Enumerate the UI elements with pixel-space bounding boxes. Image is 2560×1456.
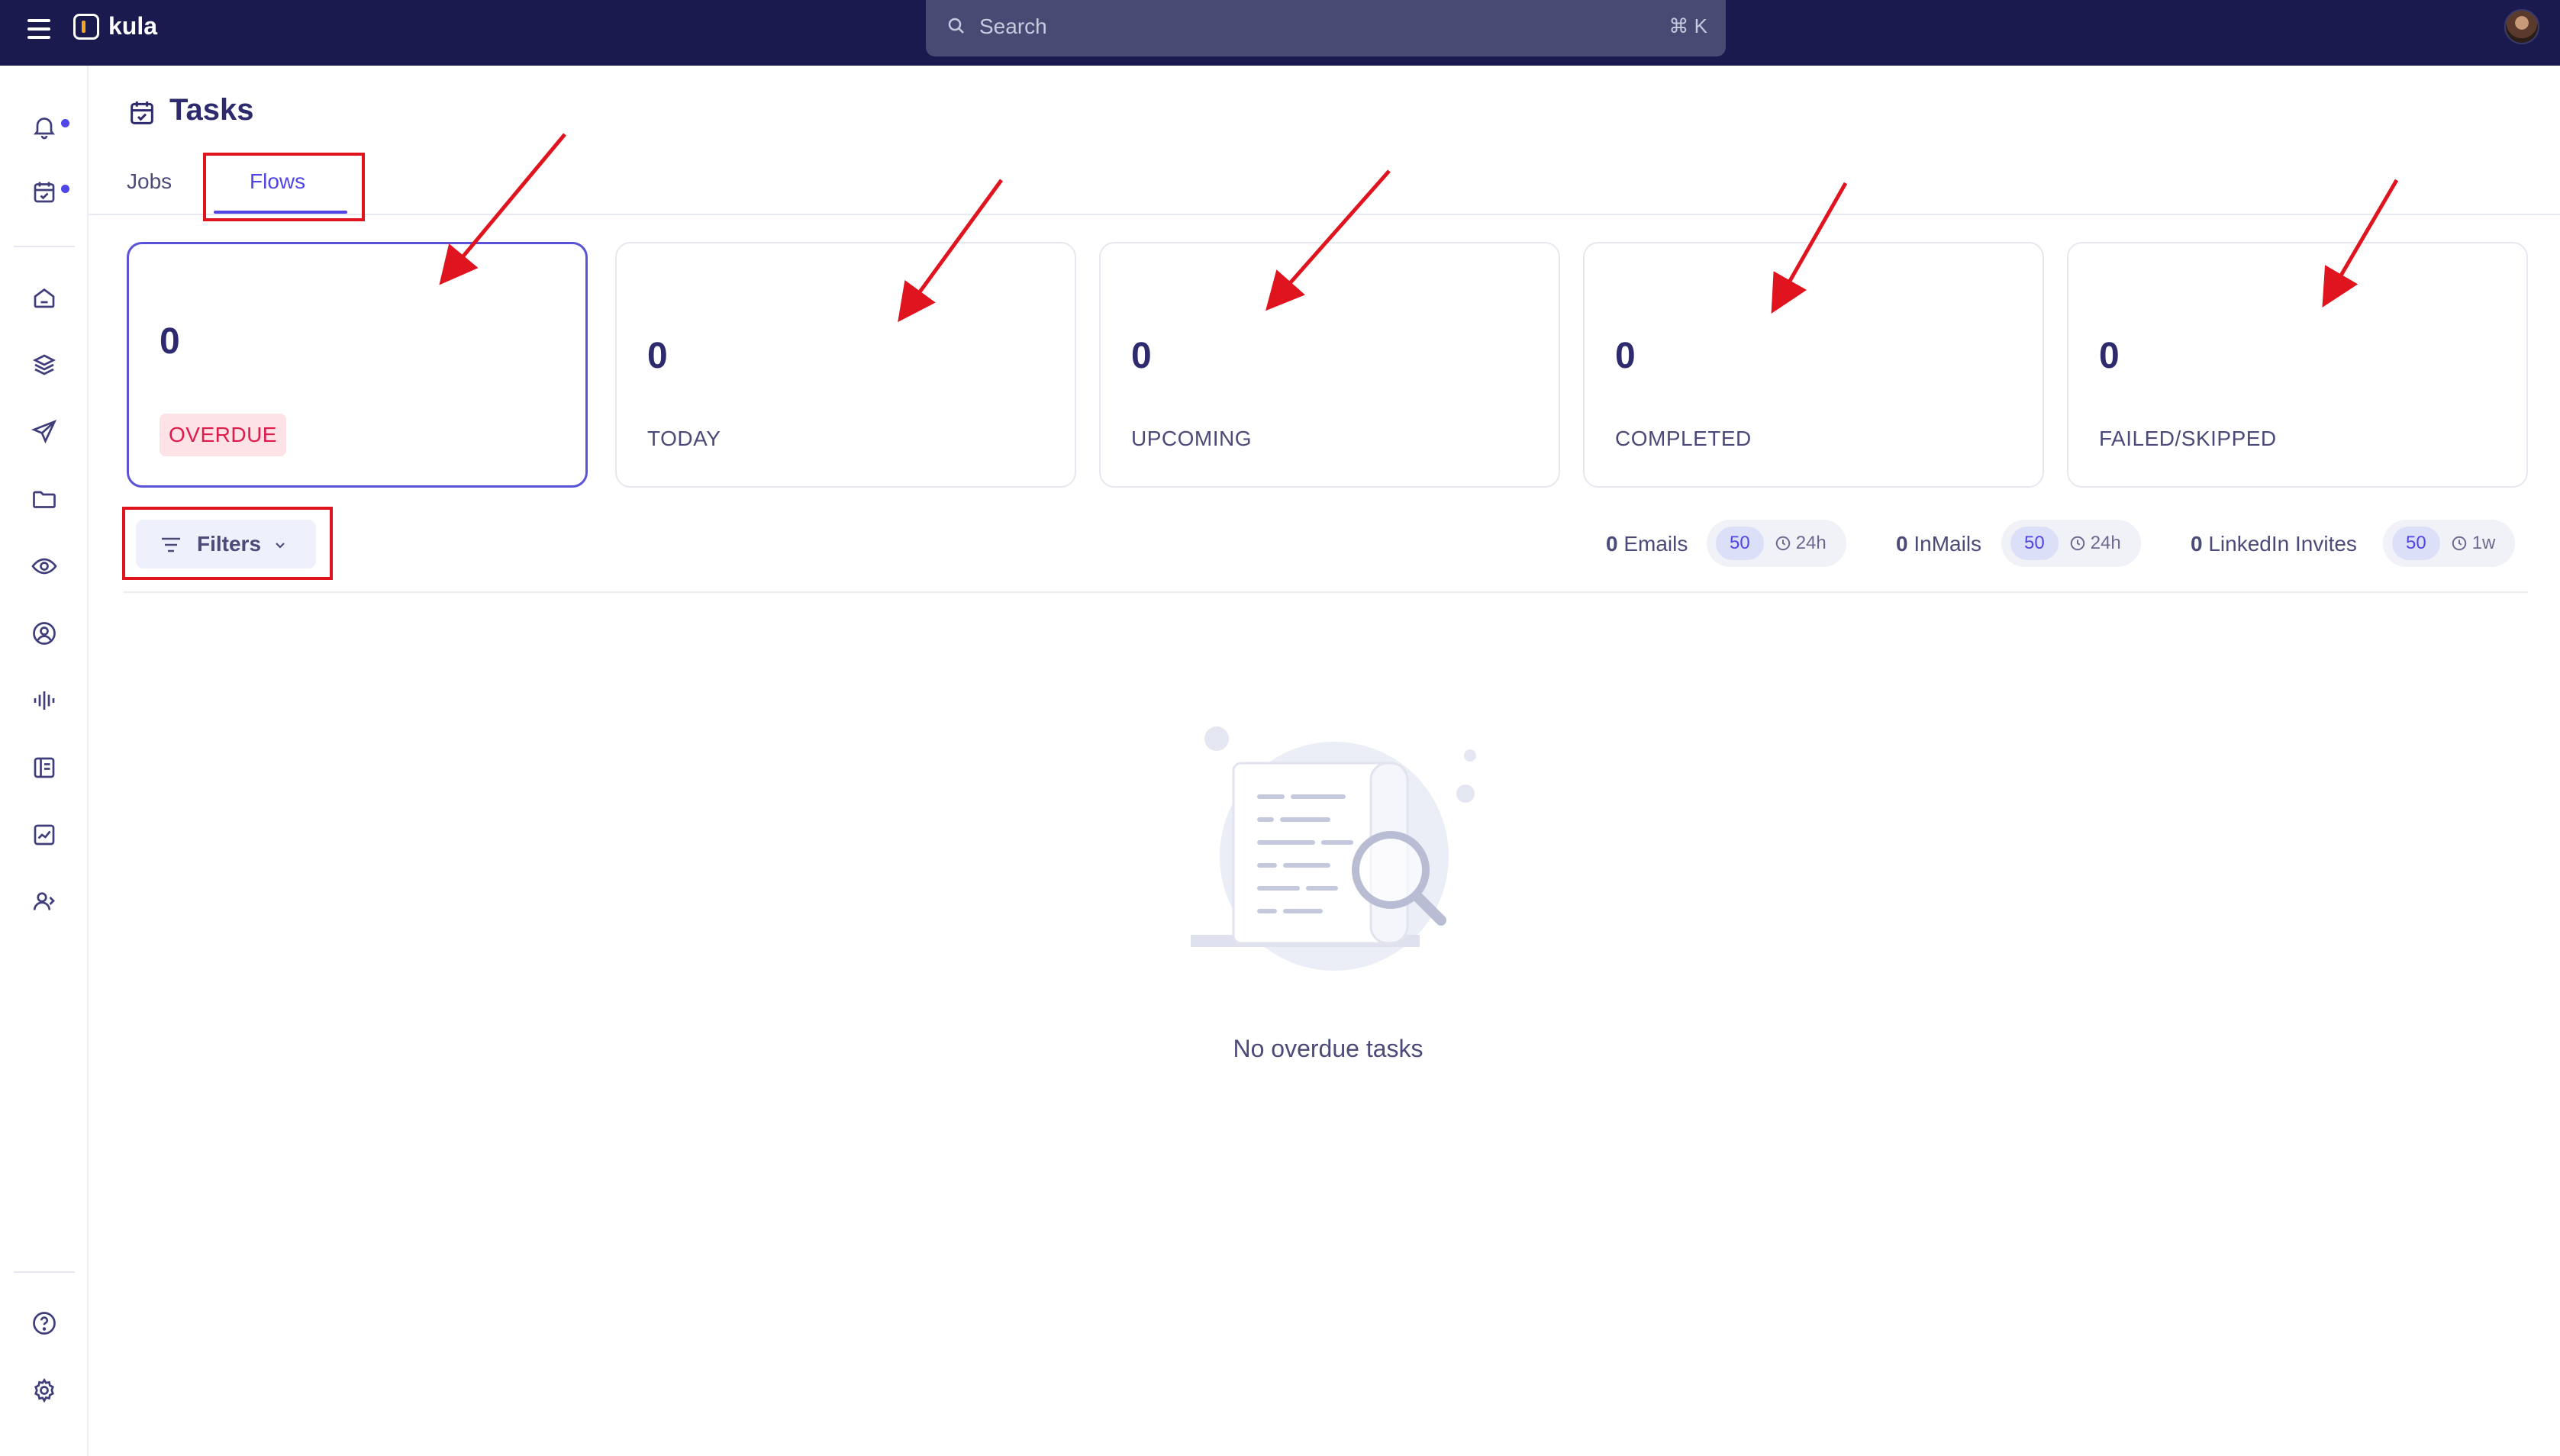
quota-period: 24h (1775, 533, 1826, 554)
bell-icon[interactable] (27, 110, 61, 143)
stat-card-completed[interactable]: 0 COMPLETED (1583, 242, 2044, 488)
clock-icon (1775, 536, 1790, 551)
content-divider (124, 591, 2528, 593)
chart-icon[interactable] (27, 818, 61, 852)
quota-label: Emails (1623, 532, 1688, 556)
users-icon[interactable] (27, 885, 61, 919)
quota-count: 0 (1896, 532, 1908, 556)
tasks-dot (61, 185, 69, 193)
quota-period: 24h (2069, 533, 2121, 554)
empty-search-illustration (1191, 726, 1476, 971)
quota-limit: 50 (2010, 527, 2059, 560)
quota-linkedin-invites: 0 LinkedIn Invites (2191, 532, 2357, 556)
overdue-badge: OVERDUE (160, 414, 286, 456)
home-icon[interactable] (27, 281, 61, 314)
app-name[interactable]: kula (108, 12, 157, 40)
stat-label: COMPLETED (1615, 427, 1752, 450)
search-shortcut: ⌘ K (1669, 14, 1707, 37)
help-icon[interactable] (27, 1306, 61, 1340)
stat-card-today[interactable]: 0 TODAY (615, 242, 1076, 488)
user-avatar[interactable] (2504, 9, 2539, 44)
eye-icon[interactable] (27, 549, 61, 583)
stat-card-failed-skipped[interactable]: 0 FAILED/SKIPPED (2067, 242, 2528, 488)
quota-count: 0 (2191, 532, 2203, 556)
sidebar-divider (14, 246, 75, 247)
quota-limit: 50 (2392, 527, 2440, 560)
layers-icon[interactable] (27, 348, 61, 382)
stat-label: UPCOMING (1131, 427, 1252, 450)
tabs-border (89, 214, 2560, 215)
empty-state-message: No overdue tasks (1233, 1035, 1423, 1062)
tasks-calendar-icon (131, 101, 153, 124)
quota-inmails: 0 InMails (1896, 532, 1981, 556)
quota-label: InMails (1914, 532, 1982, 556)
stat-value: 0 (2099, 336, 2120, 376)
quota-period: 1w (2451, 533, 2496, 554)
quota-period-text: 24h (2090, 533, 2121, 553)
sidebar-divider-bottom (14, 1271, 75, 1273)
book-icon[interactable] (27, 751, 61, 784)
quota-pill-inmails: 50 24h (2001, 520, 2141, 567)
notification-dot (61, 119, 69, 127)
stat-value: 0 (647, 336, 668, 376)
quota-period-text: 24h (1795, 533, 1826, 553)
top-bar: kula Search ⌘ K (0, 0, 2560, 66)
stat-value: 0 (1615, 336, 1636, 376)
stat-label: TODAY (647, 427, 721, 450)
audio-wave-icon[interactable] (27, 684, 61, 717)
quota-label: LinkedIn Invites (2208, 532, 2357, 556)
clock-icon (2452, 536, 2466, 551)
quota-emails: 0 Emails (1606, 532, 1688, 556)
search-placeholder: Search (979, 14, 1047, 38)
stat-value: 0 (1131, 336, 1152, 376)
search-icon (948, 18, 964, 34)
stat-card-overdue[interactable]: 0 OVERDUE (127, 242, 588, 488)
hamburger-menu-icon[interactable] (27, 19, 50, 42)
kula-logo-icon[interactable] (73, 14, 99, 40)
stat-value: 0 (160, 321, 180, 362)
quota-count: 0 (1606, 532, 1618, 556)
global-search-input[interactable]: Search ⌘ K (926, 0, 1726, 56)
quota-period-text: 1w (2471, 533, 2496, 553)
annotation-box-flows-tab (203, 153, 365, 221)
quota-limit: 50 (1716, 527, 1764, 560)
annotation-box-filters (122, 507, 333, 580)
stat-card-upcoming[interactable]: 0 UPCOMING (1099, 242, 1560, 488)
folder-icon[interactable] (27, 482, 61, 516)
send-icon[interactable] (27, 415, 61, 449)
calendar-check-icon[interactable] (27, 176, 61, 209)
page-title: Tasks (169, 93, 254, 127)
stat-label: FAILED/SKIPPED (2099, 427, 2277, 450)
sidebar (0, 66, 89, 1456)
quota-pill-linkedin: 50 1w (2383, 520, 2516, 567)
clock-icon (2070, 536, 2084, 551)
quota-pill-emails: 50 24h (1707, 520, 1846, 567)
settings-gear-icon[interactable] (27, 1374, 61, 1407)
user-circle-icon[interactable] (27, 617, 61, 650)
tab-jobs[interactable]: Jobs (127, 169, 172, 194)
